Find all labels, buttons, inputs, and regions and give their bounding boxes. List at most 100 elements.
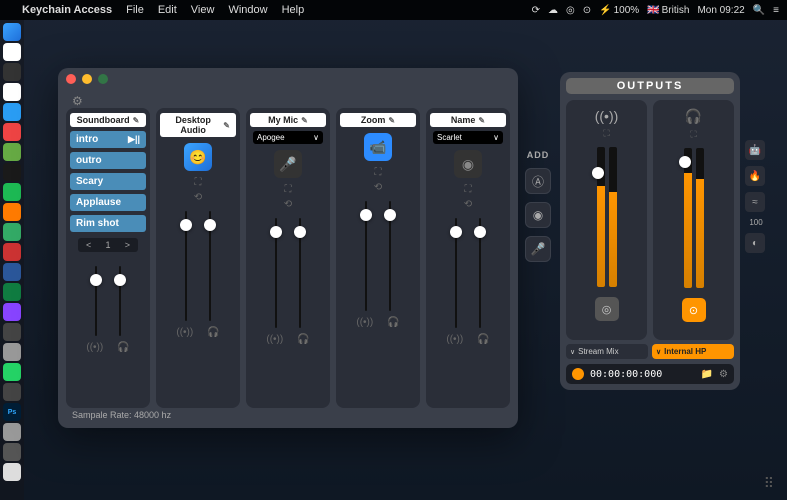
pencil-icon[interactable]: ✎ bbox=[388, 116, 395, 125]
dock-item[interactable] bbox=[3, 423, 21, 441]
pencil-icon[interactable]: ✎ bbox=[223, 121, 230, 130]
expand-icon[interactable]: ⛶ bbox=[465, 184, 472, 195]
expand-icon[interactable]: ⛶ bbox=[375, 167, 382, 178]
dock-item[interactable] bbox=[3, 23, 21, 41]
channel-fader-l[interactable] bbox=[269, 218, 283, 328]
dest-contrast-icon[interactable]: ◐ bbox=[745, 233, 765, 253]
minimize-button[interactable] bbox=[82, 74, 92, 84]
pencil-icon[interactable]: ✎ bbox=[478, 116, 485, 125]
dock-item[interactable] bbox=[3, 323, 21, 341]
dock-item[interactable] bbox=[3, 83, 21, 101]
menu-file[interactable]: File bbox=[126, 4, 144, 16]
menu-view[interactable]: View bbox=[191, 4, 215, 16]
dock-item[interactable] bbox=[3, 303, 21, 321]
dock-item[interactable] bbox=[3, 123, 21, 141]
dock-item[interactable] bbox=[3, 223, 21, 241]
broadcast-icon[interactable]: ((•)) bbox=[86, 342, 103, 353]
link-icon[interactable]: ⟲ bbox=[464, 199, 472, 210]
mic-icon[interactable]: 🎤 bbox=[274, 150, 302, 178]
expand-icon[interactable]: ⛶ bbox=[603, 128, 609, 139]
soundboard-item-scary[interactable]: Scary bbox=[70, 173, 146, 190]
output-fader-knob[interactable] bbox=[679, 156, 691, 168]
menu-window[interactable]: Window bbox=[228, 4, 267, 16]
gear-icon[interactable]: ⚙ bbox=[719, 369, 728, 380]
add-record-button[interactable]: ◉ bbox=[525, 202, 551, 228]
status-icon[interactable]: ⟳ bbox=[532, 5, 540, 16]
link-icon[interactable]: ⟲ bbox=[284, 199, 292, 210]
dock-item[interactable] bbox=[3, 343, 21, 361]
finder-icon[interactable]: 😊 bbox=[184, 143, 212, 171]
link-icon[interactable]: ⟲ bbox=[194, 192, 202, 203]
channel-fader-l[interactable] bbox=[179, 211, 193, 321]
headphones-icon[interactable]: 🎧 bbox=[387, 317, 399, 328]
dock-item[interactable] bbox=[3, 143, 21, 161]
dock-item[interactable] bbox=[3, 383, 21, 401]
output-target-icon[interactable]: ⊙ bbox=[682, 298, 706, 322]
device-select[interactable]: Apogee∨ bbox=[253, 131, 323, 144]
broadcast-icon[interactable]: ((•)) bbox=[266, 334, 283, 345]
output-dropdown-stream-mix[interactable]: ∨Stream Mix bbox=[566, 344, 648, 359]
menu-edit[interactable]: Edit bbox=[158, 4, 177, 16]
soundboard-item-applause[interactable]: Applause bbox=[70, 194, 146, 211]
headphones-icon[interactable]: 🎧 bbox=[207, 327, 219, 338]
output-fader-knob[interactable] bbox=[592, 167, 604, 179]
zoom-icon[interactable]: 📹 bbox=[364, 133, 392, 161]
dock-item[interactable] bbox=[3, 263, 21, 281]
dock-item[interactable] bbox=[3, 163, 21, 181]
channel-fader-l[interactable] bbox=[449, 218, 463, 328]
link-icon[interactable]: ⟲ bbox=[374, 182, 382, 193]
status-icon[interactable]: ☁ bbox=[548, 5, 558, 16]
dock-item[interactable] bbox=[3, 363, 21, 381]
dock-item[interactable] bbox=[3, 63, 21, 81]
dock-item[interactable] bbox=[3, 443, 21, 461]
headphones-icon[interactable]: 🎧 bbox=[297, 334, 309, 345]
channel-fader-l[interactable] bbox=[359, 201, 373, 311]
battery-status[interactable]: ⚡ 100% bbox=[599, 5, 639, 16]
record-icon[interactable]: ◉ bbox=[454, 150, 482, 178]
record-button[interactable] bbox=[572, 368, 584, 380]
pencil-icon[interactable]: ✎ bbox=[133, 116, 140, 125]
dock-item[interactable]: Ps bbox=[3, 403, 21, 421]
headphones-icon[interactable]: 🎧 bbox=[477, 334, 489, 345]
clock[interactable]: Mon 09:22 bbox=[697, 5, 744, 16]
dest-wave-icon[interactable]: ≈ bbox=[745, 192, 765, 212]
soundboard-nav[interactable]: <1> bbox=[78, 238, 138, 252]
resize-handle[interactable]: ⠿ bbox=[764, 475, 775, 492]
pencil-icon[interactable]: ✎ bbox=[301, 116, 308, 125]
output-dropdown-internal-hp[interactable]: ∨Internal HP bbox=[652, 344, 734, 359]
menu-help[interactable]: Help bbox=[282, 4, 305, 16]
headphones-icon[interactable]: 🎧 bbox=[117, 342, 129, 353]
status-icon[interactable]: ◎ bbox=[566, 5, 575, 16]
language-indicator[interactable]: 🇬🇧 British bbox=[647, 5, 689, 16]
folder-icon[interactable]: 📁 bbox=[701, 369, 713, 380]
device-select[interactable]: Scarlet∨ bbox=[433, 131, 503, 144]
expand-icon[interactable]: ⛶ bbox=[285, 184, 292, 195]
dock-item[interactable] bbox=[3, 463, 21, 481]
spotlight-icon[interactable]: 🔍 bbox=[753, 5, 765, 16]
output-target-icon[interactable]: ◎ bbox=[595, 297, 619, 321]
expand-icon[interactable]: ⛶ bbox=[690, 129, 696, 140]
soundboard-fader-r[interactable] bbox=[113, 266, 127, 336]
channel-fader-r[interactable] bbox=[473, 218, 487, 328]
add-mic-button[interactable]: 🎤 bbox=[525, 236, 551, 262]
settings-icon[interactable]: ⚙ bbox=[72, 94, 83, 108]
menu-icon[interactable]: ≡ bbox=[773, 5, 779, 16]
dest-flame-icon[interactable]: 🔥 bbox=[745, 166, 765, 186]
dock-item[interactable] bbox=[3, 183, 21, 201]
soundboard-fader-l[interactable] bbox=[89, 266, 103, 336]
status-icon[interactable]: ⊙ bbox=[583, 5, 591, 16]
broadcast-icon[interactable]: ((•)) bbox=[356, 317, 373, 328]
soundboard-item-intro[interactable]: intro▶|| bbox=[70, 131, 146, 148]
broadcast-icon[interactable]: ((•)) bbox=[446, 334, 463, 345]
dock-item[interactable] bbox=[3, 203, 21, 221]
channel-fader-r[interactable] bbox=[203, 211, 217, 321]
dock-item[interactable] bbox=[3, 243, 21, 261]
broadcast-icon[interactable]: ((•)) bbox=[176, 327, 193, 338]
channel-fader-r[interactable] bbox=[383, 201, 397, 311]
expand-icon[interactable]: ⛶ bbox=[195, 177, 202, 188]
soundboard-item-rimshot[interactable]: Rim shot bbox=[70, 215, 146, 232]
dest-robot-icon[interactable]: 🤖 bbox=[745, 140, 765, 160]
app-name[interactable]: Keychain Access bbox=[22, 4, 112, 16]
close-button[interactable] bbox=[66, 74, 76, 84]
maximize-button[interactable] bbox=[98, 74, 108, 84]
